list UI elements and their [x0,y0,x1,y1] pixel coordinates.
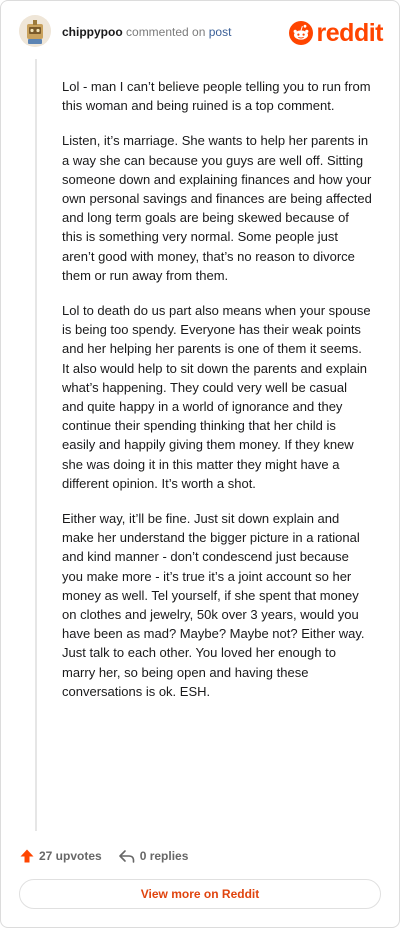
reddit-logo[interactable]: reddit [288,19,384,47]
view-more-button[interactable]: View more on Reddit [19,879,381,909]
comment-card: chippypoo commented on post reddit Lol -… [0,0,400,928]
comment-actions: 27 upvotes 0 replies [19,846,204,866]
reddit-logo-icon [288,21,313,45]
comment-meta: chippypoo commented on post [62,25,231,39]
comment-paragraph-4: Either way, it’ll be fine. Just sit down… [62,511,365,699]
upvote-count: 27 upvotes [39,849,102,863]
upvote-button[interactable]: 27 upvotes [19,848,102,864]
comment-paragraph-2: Listen, it’s marriage. She wants to help… [62,133,372,283]
username-link[interactable]: chippypoo [62,25,123,39]
comment-paragraph-1: Lol - man I can’t believe people telling… [62,79,371,114]
reply-count: 0 replies [139,849,189,863]
comment-paragraph-3: Lol to death do us part also means when … [62,303,371,491]
post-link[interactable]: post [209,25,232,39]
comment-header: chippypoo commented on post reddit [19,15,384,51]
avatar[interactable] [19,15,51,47]
action-text: commented on [126,25,206,39]
comment-body: Lol - man I can’t believe people telling… [62,77,372,717]
thread-line [35,59,37,831]
reply-icon [118,850,135,863]
upvote-arrow-icon [20,849,34,863]
reply-button[interactable]: 0 replies [118,848,189,864]
reddit-wordmark: reddit [316,19,384,47]
